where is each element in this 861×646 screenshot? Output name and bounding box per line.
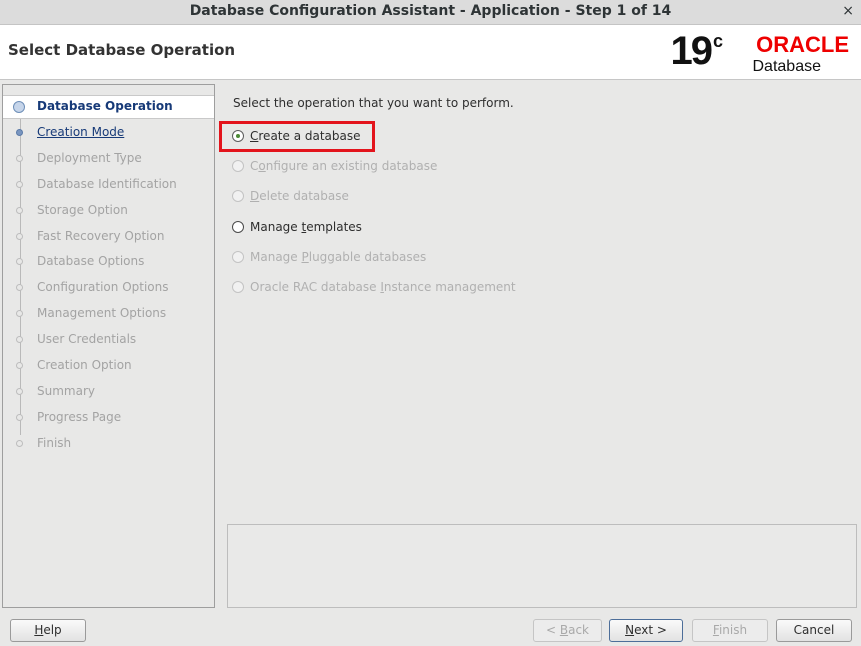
steps-sidebar: Database Operation Creation Mode Deploymen…	[2, 84, 215, 608]
step-label: Creation Mode	[37, 124, 125, 139]
step-indicator-icon	[16, 387, 23, 395]
page-header: Select Database Operation 19 c ORACLE Dat…	[0, 25, 861, 80]
step-item: Creation Option	[3, 354, 214, 378]
step-indicator-icon	[16, 206, 23, 214]
step-item: Management Options	[3, 302, 214, 326]
logo-brand: ORACLE	[756, 32, 849, 57]
back-button[interactable]: < Back	[533, 619, 602, 642]
radio-button-icon[interactable]	[232, 190, 244, 203]
step-indicator-icon	[16, 232, 23, 240]
step-item: Progress Page	[3, 406, 214, 430]
step-label: Database Identification	[37, 176, 177, 191]
step-indicator-icon	[16, 180, 23, 188]
step-indicator-icon	[16, 154, 23, 162]
step-indicator-icon	[16, 336, 23, 344]
selection-highlight-box	[219, 121, 375, 152]
step-indicator-icon	[16, 128, 23, 136]
step-item: Finish	[3, 432, 214, 456]
option-label: Oracle RAC database Instance management	[250, 280, 516, 294]
step-indicator-icon	[13, 101, 25, 113]
step-item: Summary	[3, 380, 214, 404]
step-item[interactable]: Creation Mode	[3, 121, 214, 145]
step-label: Fast Recovery Option	[37, 228, 165, 243]
step-label: Progress Page	[37, 409, 122, 424]
radio-button-icon[interactable]	[232, 250, 244, 263]
radio-button-icon[interactable]	[232, 220, 244, 233]
option-label: Delete database	[250, 189, 349, 204]
step-indicator-icon	[16, 413, 23, 421]
step-item: User Credentials	[3, 328, 214, 352]
step-indicator-icon	[16, 362, 23, 369]
step-label: Summary	[37, 383, 95, 398]
operation-prompt: Select the operation that you want to pe…	[233, 96, 514, 110]
step-label: Database Options	[37, 254, 145, 269]
cancel-button[interactable]: Cancel	[776, 619, 852, 642]
step-indicator-icon	[16, 439, 23, 447]
window-titlebar: Database Configuration Assistant - Appli…	[0, 0, 861, 25]
step-item: Database Options	[3, 250, 214, 274]
step-label: Management Options	[37, 306, 167, 321]
step-item: Database Identification	[3, 173, 214, 197]
step-label: Configuration Options	[37, 280, 169, 295]
step-indicator-icon	[16, 284, 23, 292]
step-label: Storage Option	[37, 202, 128, 217]
step-item: Fast Recovery Option	[3, 225, 214, 249]
step-indicator-icon	[16, 310, 23, 318]
message-area	[227, 524, 857, 608]
step-label: Creation Option	[37, 358, 132, 372]
step-item: Configuration Options	[3, 276, 214, 300]
radio-button-icon[interactable]	[232, 281, 244, 293]
window-title: Database Configuration Assistant - Appli…	[189, 3, 672, 19]
radio-button-icon[interactable]	[232, 160, 244, 173]
close-icon[interactable]: ×	[842, 3, 854, 19]
step-item: Deployment Type	[3, 147, 214, 171]
logo-product: Database	[752, 58, 822, 75]
help-button[interactable]: Help	[10, 619, 86, 642]
option-label: Configure an existing database	[250, 159, 438, 174]
option-label: Manage Pluggable databases	[250, 249, 427, 264]
page-title: Select Database Operation	[8, 41, 236, 59]
next-button[interactable]: Next >	[609, 619, 683, 642]
oracle-database-logo: 19 c ORACLE Database	[649, 29, 849, 75]
step-label: Finish	[37, 435, 72, 450]
logo-version: 19 c	[670, 29, 723, 73]
option-label: Manage templates	[250, 219, 362, 234]
step-indicator-icon	[16, 258, 23, 266]
step-item: Storage Option	[3, 199, 214, 223]
step-label: User Credentials	[37, 332, 137, 347]
step-label: Deployment Type	[37, 150, 142, 165]
step-item: Database Operation	[3, 95, 214, 119]
step-label: Database Operation	[37, 99, 173, 113]
finish-button[interactable]: Finish	[692, 619, 768, 642]
